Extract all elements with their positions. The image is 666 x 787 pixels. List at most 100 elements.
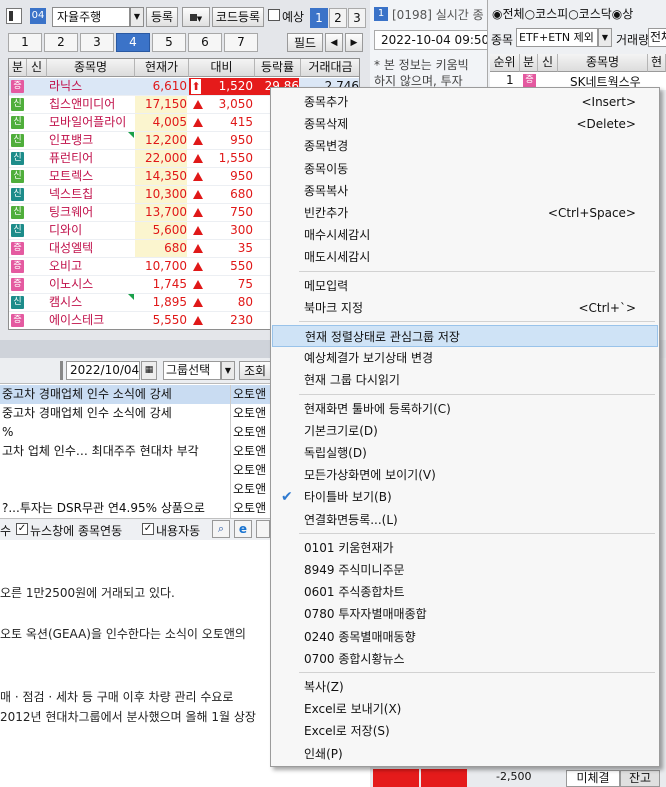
- group-code-badge[interactable]: 04: [30, 8, 46, 24]
- chevron-down-icon[interactable]: ▼: [221, 361, 235, 380]
- menu-item[interactable]: 0240 종목별매매동향: [272, 626, 658, 648]
- menu-item-label: 독립실행(D): [304, 446, 367, 460]
- col-price[interactable]: 현: [648, 54, 666, 72]
- up-triangle-icon: [193, 226, 203, 235]
- menu-item-label: 연결화면등록...(L): [304, 512, 398, 527]
- next-arrow-icon[interactable]: ▶: [345, 33, 363, 52]
- window-icon[interactable]: [6, 8, 22, 24]
- menu-item-label: 현재 그룹 다시읽기: [304, 373, 400, 388]
- menu-item[interactable]: 종목복사: [272, 180, 658, 202]
- col-name[interactable]: 종목명: [558, 54, 648, 72]
- menu-item[interactable]: 현재 그룹 다시읽기: [272, 369, 658, 391]
- group-tab-2[interactable]: 2: [44, 33, 78, 52]
- menu-item[interactable]: 0101 키움현재가: [272, 537, 658, 559]
- menu-item[interactable]: 종목삭제 <Delete>: [272, 113, 658, 135]
- change-cell: 3,050: [189, 96, 255, 113]
- volume-filter-select[interactable]: 전체: [648, 28, 666, 47]
- forecast-label: 예상: [282, 10, 305, 24]
- menu-item-shortcut: <Insert>: [581, 95, 636, 109]
- menu-item[interactable]: Excel로 보내기(X): [272, 698, 658, 720]
- forecast-checkbox[interactable]: [268, 9, 280, 21]
- page-tab-1[interactable]: 1: [310, 8, 328, 28]
- query-button[interactable]: 조회: [239, 361, 271, 380]
- menu-item[interactable]: Excel로 저장(S): [272, 720, 658, 742]
- menu-item[interactable]: 0780 투자자별매매종합: [272, 603, 658, 625]
- change-cell: 550: [189, 258, 255, 275]
- menu-item[interactable]: 빈칸추가 <Ctrl+Space>: [272, 202, 658, 224]
- calendar-icon[interactable]: ▦: [141, 361, 157, 380]
- stock-name: 디와이: [49, 223, 83, 237]
- col-rate[interactable]: 등락률: [255, 59, 301, 77]
- chevron-down-icon[interactable]: ▼: [598, 28, 612, 47]
- page-tab-3[interactable]: 3: [348, 8, 366, 28]
- menu-item[interactable]: 매도시세감시: [272, 246, 658, 268]
- page-tab-2[interactable]: 2: [329, 8, 347, 28]
- menu-item[interactable]: 0601 주식종합차트: [272, 581, 658, 603]
- news-source: 오토앤: [230, 480, 266, 499]
- radio-all[interactable]: ◉전체: [492, 7, 525, 21]
- menu-item[interactable]: 기본크기로(D): [272, 420, 658, 442]
- menu-item[interactable]: 8949 주식미니주문: [272, 559, 658, 581]
- market-badge: 신: [11, 134, 24, 147]
- radio-kosdaq[interactable]: ○코스닥: [568, 7, 612, 21]
- radio-other[interactable]: ◉상: [612, 7, 634, 21]
- group-tab-7[interactable]: 7: [224, 33, 258, 52]
- menu-item[interactable]: 종목이동: [272, 158, 658, 180]
- menu-item[interactable]: ✔ 타이틀바 보기(B): [272, 486, 658, 508]
- menu-item[interactable]: 메모입력: [272, 275, 658, 297]
- news-link-checkbox[interactable]: ✓: [16, 523, 28, 535]
- col-volume[interactable]: 거래대금: [301, 59, 359, 77]
- menu-item[interactable]: 인쇄(P): [272, 743, 658, 765]
- chevron-down-icon[interactable]: ▼: [130, 7, 144, 27]
- col-credit[interactable]: 신: [538, 54, 558, 72]
- news-date-field[interactable]: 2022/10/04: [66, 361, 140, 380]
- tab-balance[interactable]: 잔고: [620, 770, 660, 787]
- news-group-select[interactable]: 그룹선택: [163, 361, 221, 380]
- col-market[interactable]: 분: [520, 54, 538, 72]
- stock-name: 넥스트칩: [49, 187, 94, 201]
- menu-item[interactable]: 연결화면등록...(L): [272, 509, 658, 531]
- col-change[interactable]: 대비: [189, 59, 255, 77]
- stock-name: 퓨런티어: [49, 151, 94, 165]
- field-button[interactable]: 필드: [287, 33, 323, 52]
- layout-menu-button[interactable]: ▼: [182, 7, 210, 27]
- col-rank[interactable]: 순위: [490, 54, 520, 72]
- col-price[interactable]: 현재가: [135, 59, 189, 77]
- group-tab-6[interactable]: 6: [188, 33, 222, 52]
- menu-item[interactable]: 예상체결가 보기상태 변경: [272, 347, 658, 369]
- menu-item[interactable]: 종목변경: [272, 135, 658, 157]
- group-tab-1[interactable]: 1: [8, 33, 42, 52]
- menu-item[interactable]: 0700 종합시황뉴스: [272, 648, 658, 670]
- menu-item[interactable]: 종목추가 <Insert>: [272, 91, 658, 113]
- col-market[interactable]: 분: [9, 59, 27, 77]
- market-radio-group[interactable]: ◉전체○코스피○코스닥◉상: [492, 5, 633, 22]
- content-auto-checkbox[interactable]: ✓: [142, 523, 154, 535]
- col-credit[interactable]: 신: [27, 59, 47, 77]
- menu-item[interactable]: 북마크 지정 <Ctrl+`>: [272, 297, 658, 319]
- menu-item[interactable]: 모든가상화면에 보이기(V): [272, 464, 658, 486]
- browser-icon[interactable]: e: [234, 520, 252, 538]
- more-icon[interactable]: [256, 520, 270, 538]
- code-register-button[interactable]: 코드등록: [212, 7, 264, 27]
- menu-item[interactable]: 현재 정렬상태로 관심그룹 저장: [272, 325, 658, 347]
- group-tab-3[interactable]: 3: [80, 33, 114, 52]
- register-button[interactable]: 등록: [146, 7, 178, 27]
- group-select[interactable]: 자율주행: [52, 7, 130, 27]
- group-tab-5[interactable]: 5: [152, 33, 186, 52]
- menu-item[interactable]: 매수시세감시: [272, 224, 658, 246]
- menu-item[interactable]: 복사(Z): [272, 676, 658, 698]
- menu-item[interactable]: 독립실행(D): [272, 442, 658, 464]
- datetime-field[interactable]: 2022-10-04 09:50: [374, 30, 488, 50]
- change-value: 950: [230, 169, 253, 183]
- item-filter-select[interactable]: ETF+ETN 제외: [516, 28, 598, 47]
- change-cell: 680: [189, 186, 255, 203]
- tab-unfilled[interactable]: 미체결: [566, 770, 620, 787]
- menu-item[interactable]: 현재화면 툴바에 등록하기(C): [272, 398, 658, 420]
- up-triangle-icon: [193, 136, 203, 145]
- radio-kospi[interactable]: ○코스피: [525, 7, 569, 21]
- prev-arrow-icon[interactable]: ◀: [325, 33, 343, 52]
- search-icon[interactable]: ⌕: [212, 520, 230, 538]
- col-name[interactable]: 종목명: [47, 59, 135, 77]
- group-tab-4[interactable]: 4: [116, 33, 150, 52]
- stock-price: 680: [135, 240, 187, 257]
